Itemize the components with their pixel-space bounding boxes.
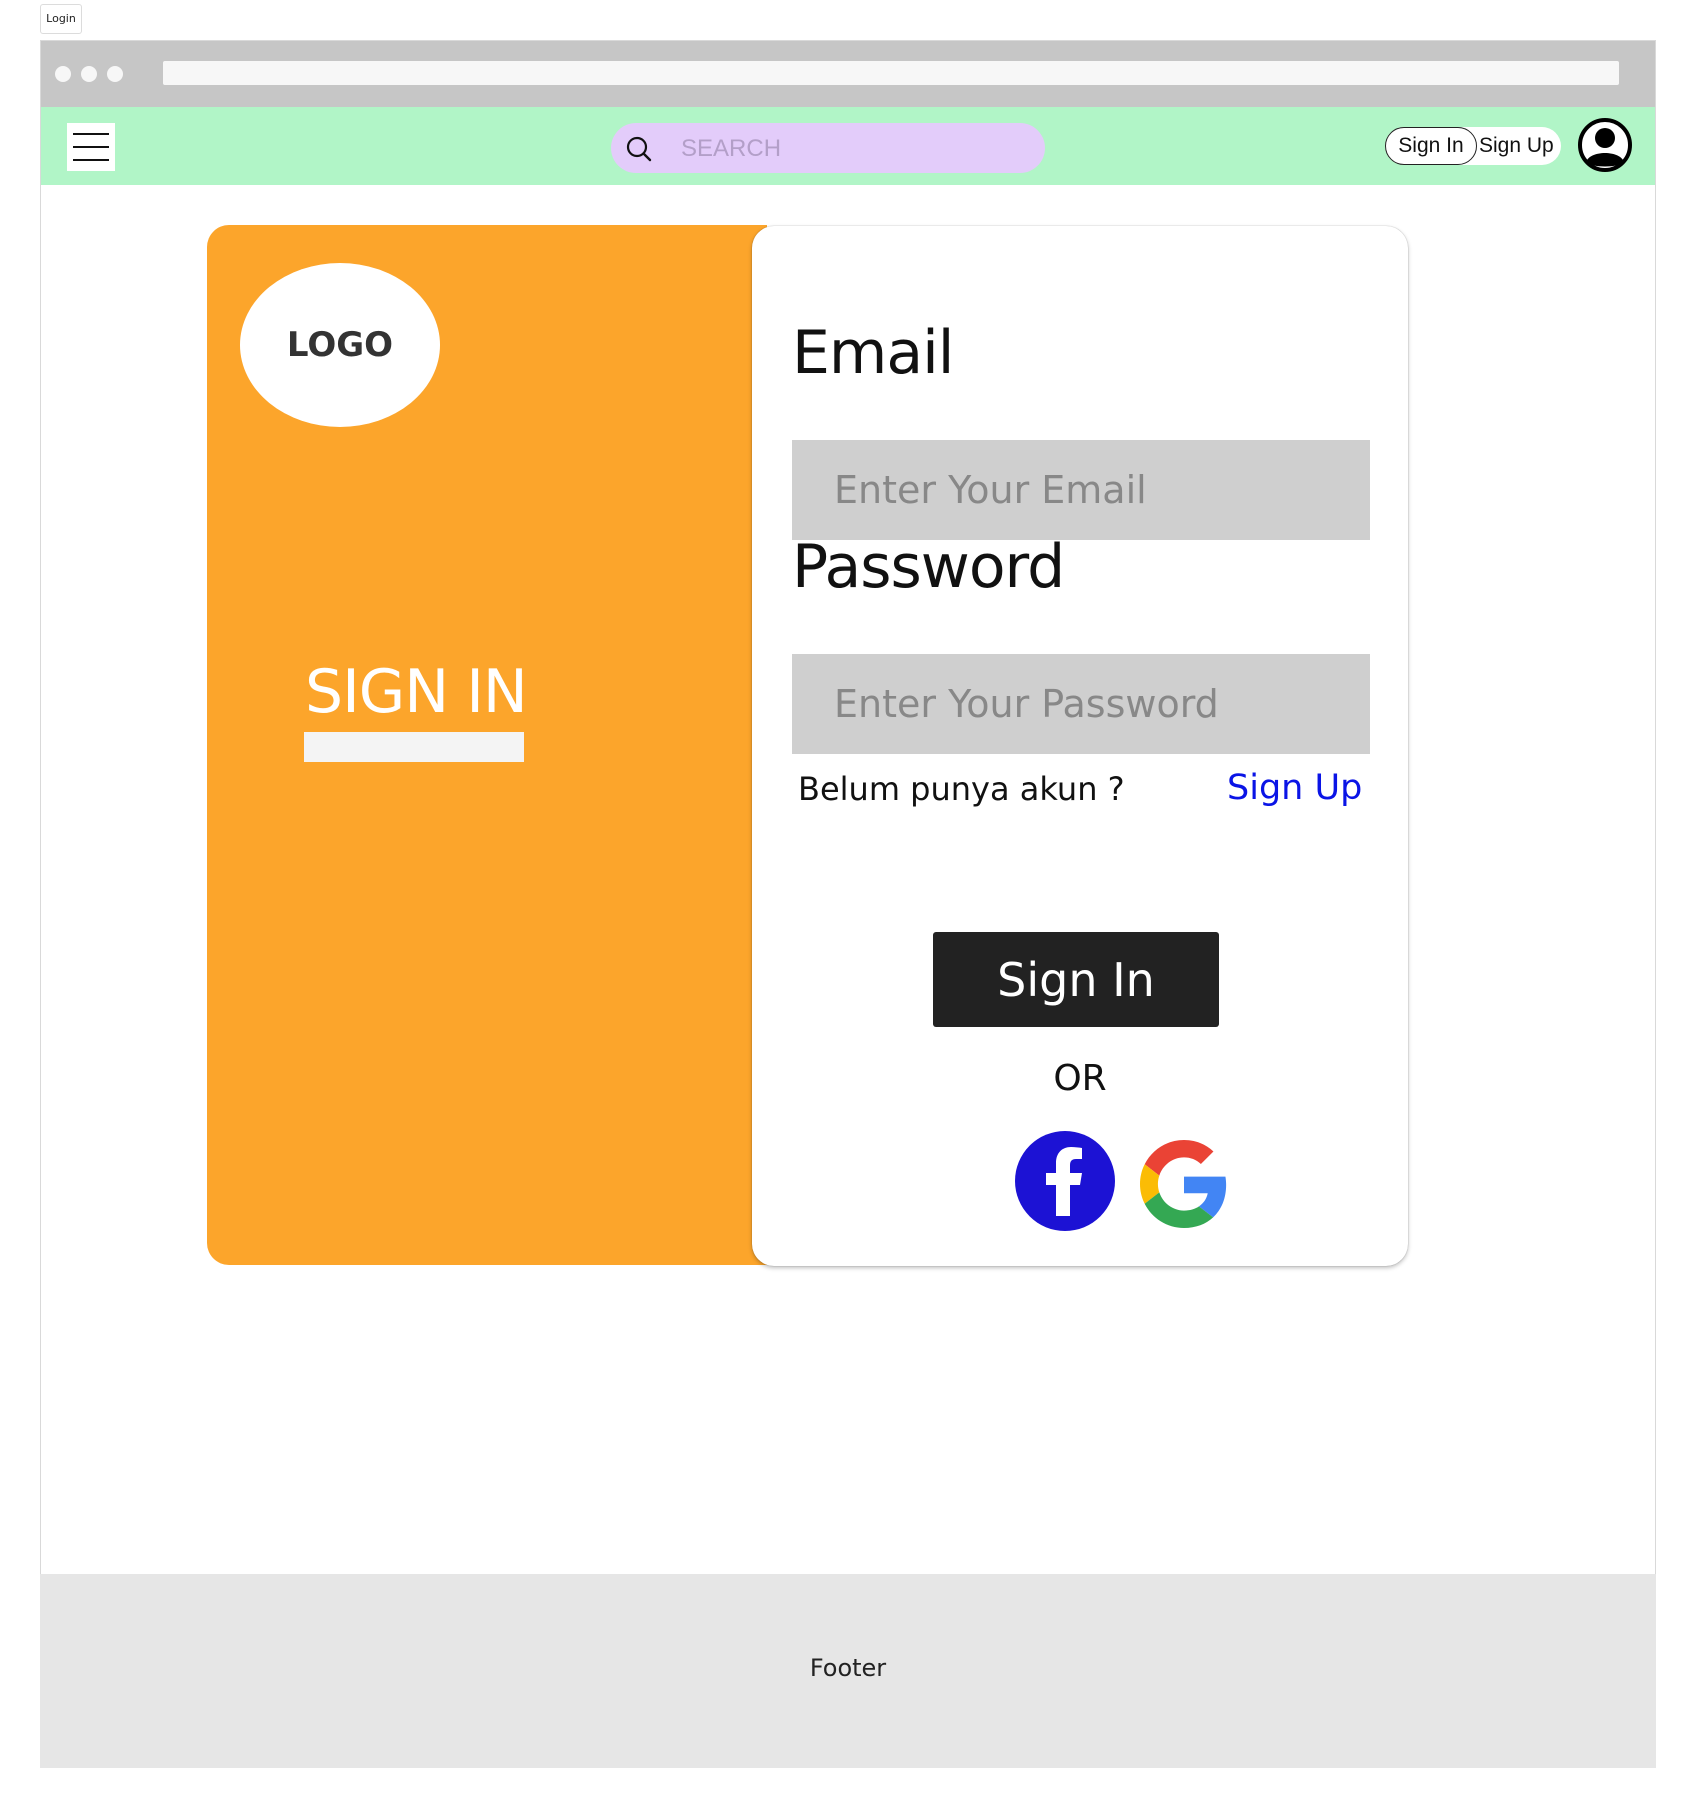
navbar: Sign In Sign Up <box>41 107 1655 185</box>
email-field[interactable] <box>792 440 1370 540</box>
footer: Footer <box>40 1574 1656 1768</box>
hamburger-icon[interactable] <box>67 123 115 171</box>
logo: LOGO <box>240 263 440 427</box>
header-sign-up-button[interactable]: Sign Up <box>1479 127 1559 165</box>
search-input[interactable] <box>679 132 1023 166</box>
window-dot <box>81 66 97 82</box>
search-bar[interactable] <box>611 123 1045 173</box>
footer-text: Footer <box>809 1654 887 1682</box>
email-label: Email <box>792 318 954 388</box>
no-account-text: Belum punya akun ? <box>798 770 1125 808</box>
window-dot <box>55 66 71 82</box>
auth-buttons: Sign In Sign Up <box>1385 127 1561 165</box>
sign-in-side-panel: LOGO SIGN IN <box>207 225 767 1265</box>
password-field[interactable] <box>792 654 1370 754</box>
side-panel-title: SIGN IN <box>305 657 528 727</box>
browser-chrome <box>41 41 1655 107</box>
header-sign-in-button[interactable]: Sign In <box>1385 127 1477 165</box>
sign-up-link[interactable]: Sign Up <box>1227 768 1362 808</box>
user-avatar-icon[interactable] <box>1577 117 1633 173</box>
window-dot <box>107 66 123 82</box>
search-icon <box>626 136 652 162</box>
password-label: Password <box>792 532 1065 602</box>
facebook-icon[interactable] <box>1014 1130 1116 1232</box>
title-underline <box>304 732 524 762</box>
sign-in-button[interactable]: Sign In <box>933 932 1219 1027</box>
login-form-card: Email Password Belum punya akun ? Sign U… <box>752 226 1408 1266</box>
google-icon[interactable] <box>1140 1140 1228 1228</box>
frame-label: Login <box>40 4 82 34</box>
or-divider-text: OR <box>1053 1058 1107 1099</box>
address-bar[interactable] <box>163 61 1619 85</box>
